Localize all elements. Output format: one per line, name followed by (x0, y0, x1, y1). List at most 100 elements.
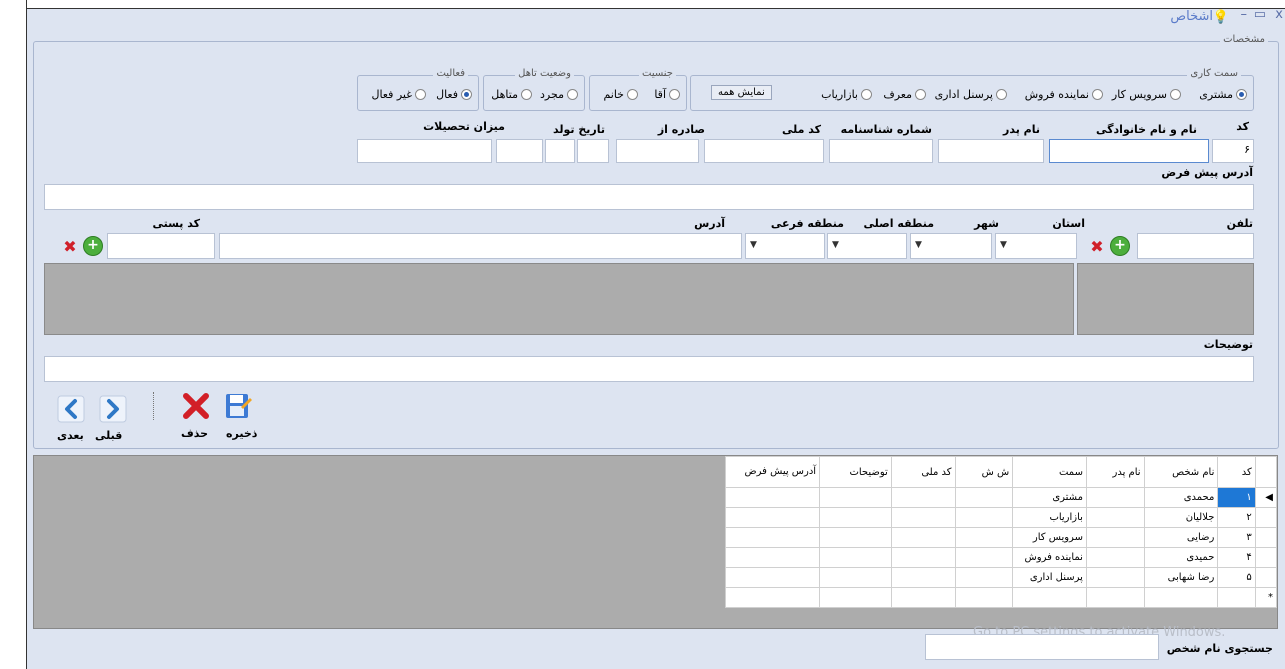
close-button[interactable]: x (1275, 7, 1283, 22)
cell-address[interactable] (724, 507, 821, 528)
table-row-new[interactable]: * (724, 587, 1278, 608)
cell-address[interactable] (724, 567, 821, 588)
national-code-field[interactable] (704, 139, 824, 163)
cell-address[interactable] (724, 547, 821, 568)
cell-father[interactable] (1085, 567, 1145, 588)
cell-code[interactable]: ۲ (1217, 507, 1256, 528)
show-all-button[interactable]: نمایش همه (711, 85, 772, 100)
phone-field[interactable] (1137, 233, 1254, 259)
cell-address[interactable] (724, 587, 821, 608)
delete-address-button[interactable]: ✖ (60, 236, 80, 256)
education-field[interactable] (357, 139, 492, 163)
id-number-field[interactable] (829, 139, 933, 163)
address-field[interactable] (219, 233, 742, 259)
fullname-field[interactable] (1049, 139, 1209, 163)
cell-role[interactable]: نماینده فروش (1012, 547, 1087, 568)
add-phone-button[interactable]: + (1110, 236, 1130, 256)
cell-role[interactable]: سرویس کار (1012, 527, 1087, 548)
activity-option-active[interactable]: فعال (436, 88, 472, 101)
cell-role[interactable]: بازاریاب (1012, 507, 1087, 528)
table-row[interactable]: ۴ حمیدی نماینده فروش (724, 547, 1278, 568)
cell-name[interactable]: جلالیان (1143, 507, 1219, 528)
next-button[interactable] (55, 393, 87, 425)
cell-father[interactable] (1085, 587, 1145, 608)
cell-name[interactable]: رضا شهابی (1143, 567, 1219, 588)
cell-notes[interactable] (819, 487, 892, 508)
grid-header-default-address[interactable]: آدرس پیش فرض (724, 456, 821, 488)
cell-code[interactable]: ۴ (1217, 547, 1256, 568)
persons-grid[interactable]: کد نام شخص نام پدر سمت ش ش کد ملی توضیحا… (724, 456, 1278, 608)
default-address-field[interactable] (44, 184, 1254, 210)
cell-role[interactable] (1012, 587, 1087, 608)
cell-code[interactable]: ۵ (1217, 567, 1256, 588)
cell-national[interactable] (890, 587, 956, 608)
role-option-sales-rep[interactable]: نماینده فروش (1025, 88, 1103, 101)
table-row[interactable]: ۳ رضایی سرویس کار (724, 527, 1278, 548)
issued-from-field[interactable] (616, 139, 699, 163)
city-select[interactable]: ▼ (910, 233, 992, 259)
maximize-button[interactable]: ▭ (1254, 7, 1266, 22)
cell-national[interactable] (890, 507, 956, 528)
activity-option-inactive[interactable]: غیر فعال (371, 88, 426, 101)
cell-idnumber[interactable] (954, 487, 1014, 508)
cell-idnumber[interactable] (954, 567, 1014, 588)
marital-option-married[interactable]: متاهل (491, 88, 532, 101)
cell-father[interactable] (1085, 527, 1145, 548)
phone-list[interactable] (1077, 263, 1254, 335)
cell-notes[interactable] (819, 547, 892, 568)
cell-notes[interactable] (819, 567, 892, 588)
cell-notes[interactable] (819, 527, 892, 548)
grid-header-notes[interactable]: توضیحات (819, 456, 892, 488)
table-row[interactable]: ۲ جلالیان بازاریاب (724, 507, 1278, 528)
cell-national[interactable] (890, 527, 956, 548)
cell-name[interactable]: رضایی (1143, 527, 1219, 548)
father-name-field[interactable] (938, 139, 1044, 163)
search-input[interactable] (925, 634, 1159, 660)
cell-address[interactable] (724, 487, 821, 508)
cell-name[interactable] (1143, 587, 1219, 608)
birth-month-field[interactable] (545, 139, 575, 163)
minimize-button[interactable]: – (1241, 7, 1248, 22)
grid-header-national[interactable]: کد ملی (890, 456, 956, 488)
grid-header-father[interactable]: نام پدر (1085, 456, 1145, 488)
role-option-customer[interactable]: مشتری (1199, 88, 1247, 101)
role-option-marketer[interactable]: بازاریاب (821, 88, 872, 101)
grid-header-role[interactable]: سمت (1012, 456, 1087, 488)
cell-idnumber[interactable] (954, 587, 1014, 608)
birth-year-field[interactable] (577, 139, 609, 163)
main-region-select[interactable]: ▼ (827, 233, 907, 259)
role-option-admin-staff[interactable]: پرسنل اداری (935, 88, 1007, 101)
cell-role[interactable]: مشتری (1012, 487, 1087, 508)
table-row[interactable]: ◀ ۱ محمدی مشتری (724, 487, 1278, 508)
cell-notes[interactable] (819, 587, 892, 608)
province-select[interactable]: ▼ (995, 233, 1077, 259)
postal-code-field[interactable] (107, 233, 215, 259)
delete-button[interactable] (180, 390, 212, 422)
previous-button[interactable] (97, 393, 129, 425)
role-option-serviceman[interactable]: سرویس کار (1112, 88, 1181, 101)
marital-option-single[interactable]: مجرد (540, 88, 578, 101)
add-address-button[interactable]: + (83, 236, 103, 256)
birth-day-field[interactable] (496, 139, 543, 163)
gender-option-female[interactable]: خانم (603, 88, 638, 101)
delete-phone-button[interactable]: ✖ (1087, 236, 1107, 256)
cell-father[interactable] (1085, 547, 1145, 568)
code-field[interactable]: ۶ (1212, 139, 1254, 163)
cell-father[interactable] (1085, 507, 1145, 528)
role-option-referrer[interactable]: معرف (883, 88, 926, 101)
cell-national[interactable] (890, 547, 956, 568)
cell-code[interactable]: ۱ (1217, 487, 1256, 508)
cell-name[interactable]: حمیدی (1143, 547, 1219, 568)
gender-option-male[interactable]: آقا (654, 88, 680, 101)
cell-role[interactable]: پرسنل اداری (1012, 567, 1087, 588)
cell-code[interactable]: ۳ (1217, 527, 1256, 548)
grid-header-name[interactable]: نام شخص (1143, 456, 1219, 488)
save-button[interactable] (222, 390, 254, 422)
notes-field[interactable] (44, 356, 1254, 382)
cell-notes[interactable] (819, 507, 892, 528)
cell-idnumber[interactable] (954, 527, 1014, 548)
cell-national[interactable] (890, 567, 956, 588)
cell-father[interactable] (1085, 487, 1145, 508)
cell-idnumber[interactable] (954, 547, 1014, 568)
cell-address[interactable] (724, 527, 821, 548)
